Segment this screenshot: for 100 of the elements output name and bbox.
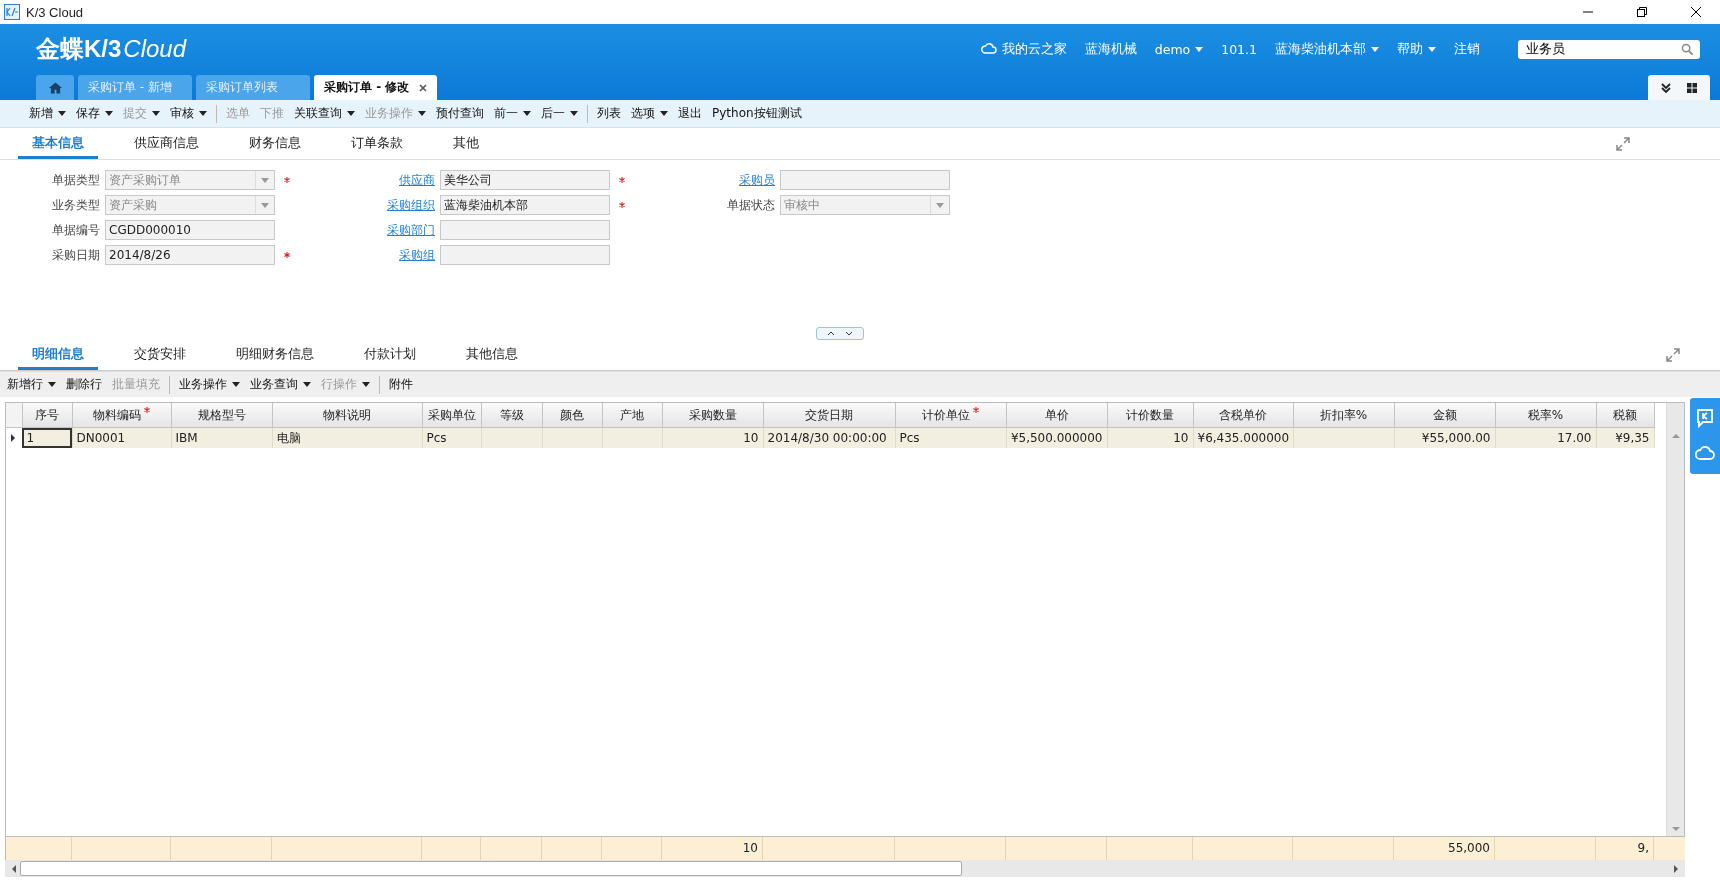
caret-icon bbox=[261, 202, 269, 208]
scroll-up-icon[interactable] bbox=[1671, 433, 1680, 438]
toolbar-button[interactable]: 删除行 bbox=[61, 373, 107, 396]
text-field[interactable]: CGDD000010 bbox=[105, 220, 275, 240]
required-icon bbox=[144, 406, 150, 413]
caret-icon bbox=[232, 382, 240, 387]
toolbar-button[interactable]: 业务操作 bbox=[169, 375, 245, 394]
toolbar-button[interactable]: 保存 bbox=[71, 102, 118, 125]
detail-tab[interactable]: 明细财务信息 bbox=[222, 345, 328, 370]
close-icon[interactable] bbox=[1690, 6, 1702, 18]
expand-icon[interactable] bbox=[1666, 347, 1680, 362]
scroll-down-icon[interactable] bbox=[1671, 827, 1680, 832]
collapse-toggle[interactable] bbox=[816, 327, 864, 340]
caret-icon bbox=[58, 111, 66, 116]
text-field[interactable]: 2014/8/26 bbox=[105, 245, 275, 265]
detail-tab[interactable]: 付款计划 bbox=[350, 345, 430, 370]
text-field[interactable]: 美华公司 bbox=[440, 170, 610, 190]
caret-icon bbox=[523, 111, 531, 116]
column-header[interactable]: 交货日期 bbox=[763, 403, 895, 428]
caret-icon bbox=[347, 111, 355, 116]
toolbar-button[interactable]: 附件 bbox=[379, 375, 418, 394]
field-label[interactable]: 供应商 bbox=[295, 171, 440, 189]
form-tab[interactable]: 供应商信息 bbox=[120, 134, 213, 159]
grid-icon[interactable] bbox=[1686, 81, 1698, 94]
close-icon[interactable] bbox=[419, 83, 428, 92]
column-header[interactable]: 金额 bbox=[1394, 403, 1495, 428]
caret-icon bbox=[261, 177, 269, 183]
field-label: 单据类型 bbox=[51, 171, 101, 189]
column-header[interactable]: 计价数量 bbox=[1107, 403, 1193, 428]
toolbar-button[interactable]: 审核 bbox=[165, 102, 212, 125]
column-header[interactable]: 采购单位 bbox=[422, 403, 481, 428]
column-header[interactable]: 等级 bbox=[481, 403, 542, 428]
form-tab[interactable]: 财务信息 bbox=[235, 134, 315, 159]
header-link[interactable]: 我的云之家 bbox=[980, 40, 1067, 58]
scroll-thumb[interactable] bbox=[20, 861, 962, 876]
text-field[interactable] bbox=[780, 170, 950, 190]
required-icon bbox=[283, 252, 290, 258]
header-link[interactable]: demo bbox=[1154, 41, 1204, 57]
text-field[interactable] bbox=[440, 220, 610, 240]
toolbar-button[interactable]: 新增行 bbox=[2, 373, 61, 396]
toolbar-button[interactable]: 前一 bbox=[489, 102, 536, 125]
scrollbar[interactable] bbox=[5, 860, 1685, 877]
form-tab[interactable]: 基本信息 bbox=[18, 134, 98, 159]
column-header[interactable]: 税率% bbox=[1495, 403, 1596, 428]
toolbar-button[interactable]: 退出 bbox=[673, 102, 707, 125]
form-tab[interactable]: 订单条款 bbox=[337, 134, 417, 159]
chevron-up-icon bbox=[827, 331, 835, 336]
brand-logo: 金蝶K/3Cloud bbox=[36, 34, 187, 64]
header-link[interactable]: 帮助 bbox=[1397, 40, 1436, 58]
caret-icon bbox=[660, 111, 668, 116]
scroll-right-icon[interactable] bbox=[1674, 864, 1679, 873]
detail-tab[interactable]: 交货安排 bbox=[120, 345, 200, 370]
column-header[interactable]: 物料说明 bbox=[272, 403, 422, 428]
toolbar-button[interactable]: 预付查询 bbox=[431, 102, 489, 125]
field-label[interactable]: 采购员 bbox=[630, 171, 780, 189]
toolbar-button[interactable]: 关联查询 bbox=[289, 102, 360, 125]
column-header[interactable]: 物料编码 bbox=[72, 403, 171, 428]
form-tab[interactable]: 其他 bbox=[439, 134, 493, 159]
field-label: 单据编号 bbox=[51, 221, 101, 239]
caret-icon bbox=[105, 111, 113, 116]
home-tab[interactable] bbox=[36, 75, 74, 100]
field-label[interactable]: 采购组 bbox=[295, 246, 440, 264]
detail-tab[interactable]: 其他信息 bbox=[452, 345, 532, 370]
toolbar-button[interactable]: 业务查询 bbox=[245, 373, 316, 396]
header-link[interactable]: 蓝海柴油机本部 bbox=[1275, 40, 1379, 58]
restore-icon[interactable] bbox=[1636, 6, 1648, 18]
search-icon bbox=[1681, 42, 1694, 56]
header-link[interactable]: 101.1 bbox=[1221, 41, 1257, 57]
field-label[interactable]: 采购部门 bbox=[295, 221, 440, 239]
column-header[interactable]: 序号 bbox=[22, 403, 72, 428]
text-field[interactable] bbox=[440, 245, 610, 265]
toolbar-button[interactable]: 后一 bbox=[536, 102, 583, 125]
total-value: 9, bbox=[1637, 841, 1649, 855]
column-header[interactable]: 计价单位 bbox=[895, 403, 1006, 428]
column-header[interactable]: 采购数量 bbox=[662, 403, 763, 428]
double-chevron-down-icon[interactable] bbox=[1660, 81, 1672, 94]
scroll-left-icon[interactable] bbox=[11, 864, 16, 873]
text-field[interactable]: 蓝海柴油机本部 bbox=[440, 195, 610, 215]
caret-icon bbox=[936, 202, 944, 208]
column-header[interactable]: 产地 bbox=[602, 403, 662, 428]
column-header[interactable]: 含税单价 bbox=[1193, 403, 1293, 428]
document-tab[interactable]: 采购订单 - 修改 bbox=[314, 75, 438, 100]
column-header[interactable]: 折扣率% bbox=[1293, 403, 1394, 428]
toolbar-button[interactable]: 新增 bbox=[24, 102, 71, 125]
search-field[interactable]: 业务员 bbox=[1518, 39, 1700, 59]
toolbar-button[interactable]: Python按钮测试 bbox=[707, 102, 807, 125]
field-label[interactable]: 采购组织 bbox=[295, 196, 440, 214]
column-header[interactable]: 规格型号 bbox=[171, 403, 272, 428]
chat-bubble-icon[interactable] bbox=[1695, 408, 1715, 428]
caret-icon bbox=[362, 382, 370, 387]
header-link[interactable]: 蓝海机械 bbox=[1084, 40, 1137, 58]
toolbar-button[interactable]: 列表 bbox=[587, 104, 626, 123]
scrollbar[interactable] bbox=[1666, 403, 1684, 836]
field-label: 业务类型 bbox=[51, 196, 101, 214]
expand-icon[interactable] bbox=[1616, 136, 1630, 151]
header-link[interactable]: 注销 bbox=[1454, 40, 1480, 58]
column-header[interactable]: 税额 bbox=[1596, 403, 1654, 428]
column-header[interactable]: 单价 bbox=[1006, 403, 1107, 428]
column-header[interactable]: 颜色 bbox=[542, 403, 602, 428]
toolbar-button[interactable]: 选项 bbox=[626, 102, 673, 125]
